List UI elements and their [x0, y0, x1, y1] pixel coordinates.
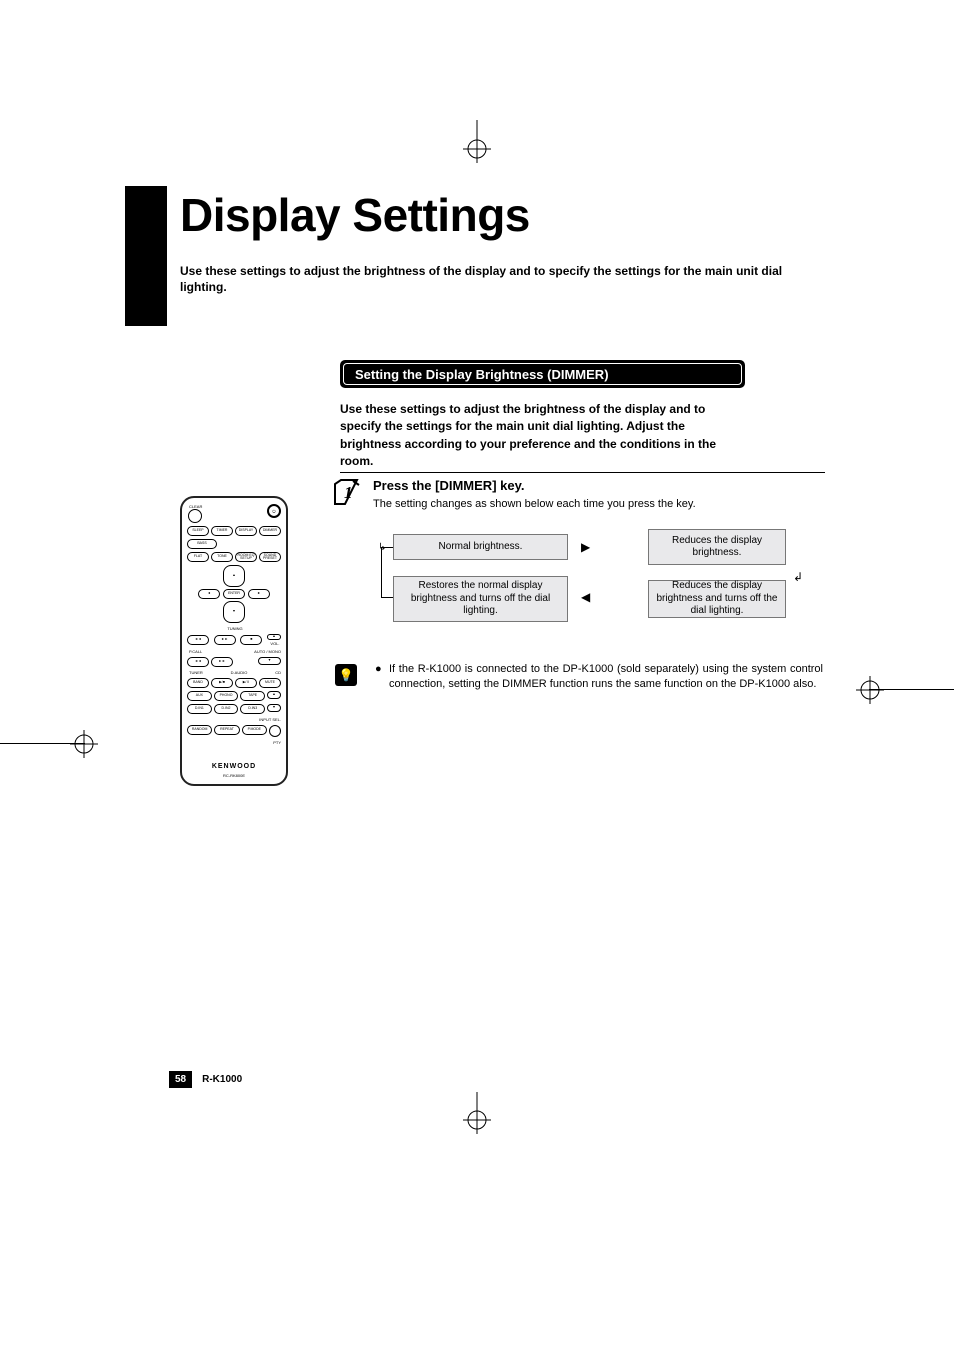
tape-button: TAPE [240, 691, 265, 701]
step-number-icon: 1 [333, 478, 361, 506]
page-intro: Use these settings to adjust the brightn… [180, 263, 810, 295]
pty-label: PTY [189, 740, 281, 745]
tone-button: TONE [211, 552, 233, 562]
pty-button [269, 725, 281, 737]
rew-button: ◄◄ [187, 635, 209, 645]
vol-up: ▲ [267, 634, 281, 640]
chapter-tab [125, 186, 167, 326]
enter-button: ENTER [223, 589, 245, 599]
arrow-right-icon: ▶ [581, 540, 590, 554]
pcall-label: P.CALL [189, 649, 202, 654]
repeat-button: REPEAT [214, 725, 239, 735]
page-footer: 58 R-K1000 [169, 1071, 242, 1088]
nav-pad: ▲ ◄ ENTER ► ▼ [187, 565, 281, 623]
flow-box-normal: Normal brightness. [393, 534, 568, 560]
arrow-left-icon: ◀ [581, 590, 590, 604]
phono-button: PHONO [214, 691, 239, 701]
clear-button [188, 509, 202, 523]
flow-connector [381, 547, 382, 597]
lightbulb-icon: 💡 [339, 667, 354, 683]
roomeq-button: ROOM EQ SETUP [235, 552, 257, 562]
bass-button: BASS [187, 539, 217, 549]
sleep-button: SLEEP [187, 526, 209, 536]
stop-button: ■ [240, 635, 262, 645]
automono-label: AUTO / MONO [254, 649, 281, 654]
cd-label: CD [275, 670, 281, 675]
inputsel-label: INPUT SEL. [189, 717, 281, 722]
soundpreset-button: SOUND PRESET [259, 552, 281, 562]
din3-button: D.IN3 [240, 704, 265, 714]
tip-text: If the R-K1000 is connected to the DP-K1… [389, 662, 823, 692]
remote-illustration: CLEAR ⏻ SLEEP TIMER DISPLAY DIMMER BASS … [180, 496, 288, 786]
flow-box-restore: Restores the normal display brightness a… [393, 576, 568, 622]
crop-line [477, 120, 478, 150]
skip-fwd-button: ►► [211, 657, 233, 667]
nav-down: ▼ [223, 601, 245, 623]
tuning-label: TUNING [189, 626, 281, 631]
flow-box-reduce: Reduces the display brightness. [648, 529, 786, 565]
nav-up: ▲ [223, 565, 245, 587]
band-button: BAND [187, 678, 209, 688]
tip-icon: 💡 [335, 664, 357, 686]
crop-mark-left [70, 730, 98, 758]
playstop-button: ▶/■ [211, 678, 233, 688]
loop-arrow-icon: ↳ [378, 542, 386, 553]
section-header: Setting the Display Brightness (DIMMER) [340, 360, 745, 388]
remote-brand: KENWOOD [187, 763, 281, 770]
timer-button: TIMER [211, 526, 233, 536]
bullet-icon: ● [375, 662, 382, 677]
tip-note: 💡 ● If the R-K1000 is connected to the D… [335, 662, 823, 692]
divider [340, 472, 825, 473]
fwd-button: ►► [214, 635, 236, 645]
step-1: 1 Press the [DIMMER] key. The setting ch… [337, 478, 825, 510]
mute-button: MUTE [259, 678, 281, 688]
dimmer-button: DIMMER [259, 526, 281, 536]
footer-model: R-K1000 [202, 1074, 242, 1085]
dimmer-flow-diagram: ↳ Normal brightness. ▶ Reduces the displ… [373, 524, 803, 642]
section-intro: Use these settings to adjust the brightn… [340, 401, 745, 471]
display-button: DISPLAY [235, 526, 257, 536]
flow-connector [381, 597, 393, 598]
skip-back-button: ◄◄ [187, 657, 209, 667]
tuner-label: TUNER [189, 670, 203, 675]
vol-label: VOL. [270, 641, 279, 646]
crop-line [0, 743, 85, 744]
pmode-button: P.MODE [242, 725, 267, 735]
inputsel-down: ▼ [267, 704, 281, 712]
page-content: Display Settings Use these settings to a… [125, 186, 825, 1099]
inputsel-up: ▲ [267, 691, 281, 699]
step-number: 1 [344, 483, 353, 502]
vol-down: ▼ [258, 657, 281, 665]
aux-button: AUX [187, 691, 212, 701]
crop-mark-right [856, 676, 884, 704]
playpause-button: ▶/ II [235, 678, 257, 688]
section-title: Setting the Display Brightness (DIMMER) [355, 367, 609, 382]
nav-left: ◄ [198, 589, 220, 599]
step-subtext: The setting changes as shown below each … [373, 498, 825, 510]
random-button: RANDOM [187, 725, 212, 735]
daudio-label: D.AUDIO [231, 670, 248, 675]
page-number: 58 [169, 1071, 192, 1088]
arrow-down-icon: ↲ [793, 570, 803, 584]
flat-button: FLAT [187, 552, 209, 562]
flow-box-reduce-off: Reduces the display brightness and turns… [648, 580, 786, 618]
remote-model: RC-RK800E [187, 773, 281, 778]
step-heading: Press the [DIMMER] key. [373, 478, 825, 493]
crop-line [869, 689, 954, 690]
din1-button: D.IN1 [187, 704, 212, 714]
page-title: Display Settings [180, 188, 530, 242]
power-icon: ⏻ [272, 509, 275, 514]
din2-button: D.IN2 [214, 704, 239, 714]
nav-right: ► [248, 589, 270, 599]
power-button: ⏻ [267, 504, 281, 518]
